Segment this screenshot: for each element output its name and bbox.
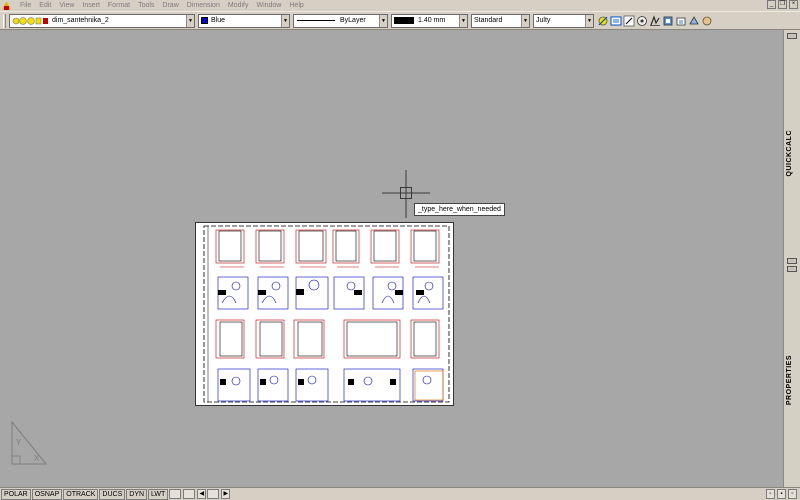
model-space-icon[interactable] bbox=[169, 489, 182, 499]
layout-next-icon[interactable]: ▶ bbox=[221, 489, 231, 499]
chevron-down-icon[interactable]: ▼ bbox=[585, 14, 593, 27]
text-style-dropdown[interactable]: Standard ▼ bbox=[471, 13, 530, 28]
chevron-down-icon[interactable]: ▼ bbox=[521, 14, 529, 27]
palette-options-icon[interactable] bbox=[787, 258, 797, 264]
lineweight-dropdown[interactable]: 1.40 mm ▼ bbox=[391, 13, 468, 28]
tray-lock-icon[interactable]: ▫ bbox=[766, 489, 775, 499]
properties-palette-tab[interactable]: PROPERTIES bbox=[786, 355, 793, 405]
toggle-osnap[interactable]: OSNAP bbox=[31, 488, 63, 500]
menu-modify[interactable]: Modify bbox=[224, 0, 253, 11]
svg-text:Y: Y bbox=[16, 438, 22, 447]
ucs-icon: Y X bbox=[11, 420, 48, 465]
color-swatch bbox=[201, 17, 208, 24]
tool-palette-strip[interactable]: QUICKCALC PROPERTIES bbox=[783, 30, 800, 487]
properties-toolbar: dim_santehnika_2 ▼ Blue ▼ ByLayer ▼ 1.40… bbox=[0, 11, 800, 30]
row-elevations-2 bbox=[215, 319, 440, 359]
lineweight-icon[interactable] bbox=[662, 15, 674, 27]
close-icon[interactable]: × bbox=[789, 0, 798, 9]
tray-settings-icon[interactable]: ▪ bbox=[777, 489, 786, 499]
dim-style-name: Julty bbox=[536, 17, 551, 24]
layer-dropdown[interactable]: dim_santehnika_2 ▼ bbox=[9, 13, 195, 28]
palette-autohide-icon[interactable] bbox=[787, 266, 797, 272]
drawing-canvas[interactable]: _type_here_when_needed Y X bbox=[0, 30, 783, 487]
toggle-ducs[interactable]: DUCS bbox=[99, 488, 126, 500]
restore-icon[interactable]: ❐ bbox=[778, 0, 787, 9]
toggle-polar[interactable]: POLAR bbox=[1, 488, 31, 500]
row-elevations-1 bbox=[215, 229, 440, 268]
menu-file[interactable]: File bbox=[16, 0, 35, 11]
text-style-name: Standard bbox=[474, 17, 503, 24]
status-bar: POLAR OSNAP OTRACK DUCS DYN LWT ◀ ▶ ▫ ▪ … bbox=[0, 487, 800, 500]
status-tray: ▫ ▪ ▫ bbox=[766, 489, 798, 499]
layer-name: dim_santehnika_2 bbox=[52, 17, 109, 24]
menu-draw[interactable]: Draw bbox=[158, 0, 182, 11]
layout-first-icon[interactable]: ◀ bbox=[197, 489, 207, 499]
dynamic-input-tooltip[interactable]: _type_here_when_needed bbox=[414, 203, 505, 216]
lineweight-value: 1.40 mm bbox=[418, 17, 446, 24]
menu-help[interactable]: Help bbox=[285, 0, 307, 11]
toolbar-grip[interactable] bbox=[3, 13, 6, 28]
chevron-down-icon[interactable]: ▼ bbox=[186, 14, 194, 27]
color-icon[interactable] bbox=[636, 15, 648, 27]
menu-window[interactable]: Window bbox=[252, 0, 285, 11]
linetype-icon[interactable] bbox=[649, 14, 661, 27]
app-logo-icon[interactable] bbox=[1, 1, 13, 11]
menu-dimension[interactable]: Dimension bbox=[183, 0, 224, 11]
menu-tools[interactable]: Tools bbox=[134, 0, 158, 11]
svg-text:X: X bbox=[34, 454, 40, 463]
toggle-otrack[interactable]: OTRACK bbox=[63, 488, 99, 500]
menu-edit[interactable]: Edit bbox=[35, 0, 55, 11]
sheet-drawing bbox=[203, 225, 450, 403]
color-name: Blue bbox=[211, 17, 226, 24]
quickcalc-palette-tab[interactable]: QUICKCALC bbox=[786, 130, 793, 177]
toggle-lwt[interactable]: LWT bbox=[148, 488, 169, 500]
menu-format[interactable]: Format bbox=[104, 0, 134, 11]
pan-icon[interactable] bbox=[701, 15, 713, 27]
match-layer-icon[interactable] bbox=[623, 15, 635, 27]
lineweight-preview bbox=[394, 17, 414, 24]
layer-properties-icon[interactable] bbox=[597, 15, 609, 27]
layout-sheet[interactable] bbox=[195, 222, 454, 406]
publish-icon[interactable] bbox=[688, 15, 700, 27]
chevron-down-icon[interactable]: ▼ bbox=[459, 14, 467, 27]
dim-style-dropdown[interactable]: Julty ▼ bbox=[533, 13, 594, 28]
chevron-down-icon[interactable]: ▼ bbox=[379, 14, 387, 27]
menu-insert[interactable]: Insert bbox=[78, 0, 104, 11]
minimize-icon[interactable]: _ bbox=[767, 0, 776, 9]
window-controls: _ ❐ × bbox=[767, 0, 798, 9]
chevron-down-icon[interactable]: ▼ bbox=[281, 14, 289, 27]
color-dropdown[interactable]: Blue ▼ bbox=[198, 13, 290, 28]
paper-space-icon[interactable] bbox=[183, 489, 196, 499]
toggle-dyn[interactable]: DYN bbox=[126, 488, 148, 500]
row-plans-1 bbox=[217, 276, 444, 310]
menu-bar: File Edit View Insert Format Tools Draw … bbox=[0, 0, 800, 11]
tray-clean-screen-icon[interactable]: ▫ bbox=[788, 489, 797, 499]
layer-state-icon[interactable] bbox=[610, 15, 622, 27]
menu-view[interactable]: View bbox=[55, 0, 78, 11]
layer-state-icons bbox=[12, 16, 48, 25]
row-plans-2 bbox=[217, 368, 444, 402]
layout-tab-icon[interactable] bbox=[207, 489, 220, 499]
linetype-preview bbox=[297, 20, 335, 21]
palette-close-icon[interactable] bbox=[787, 33, 797, 39]
linetype-dropdown[interactable]: ByLayer ▼ bbox=[293, 13, 388, 28]
plot-icon[interactable] bbox=[675, 15, 687, 27]
linetype-name: ByLayer bbox=[340, 17, 366, 24]
